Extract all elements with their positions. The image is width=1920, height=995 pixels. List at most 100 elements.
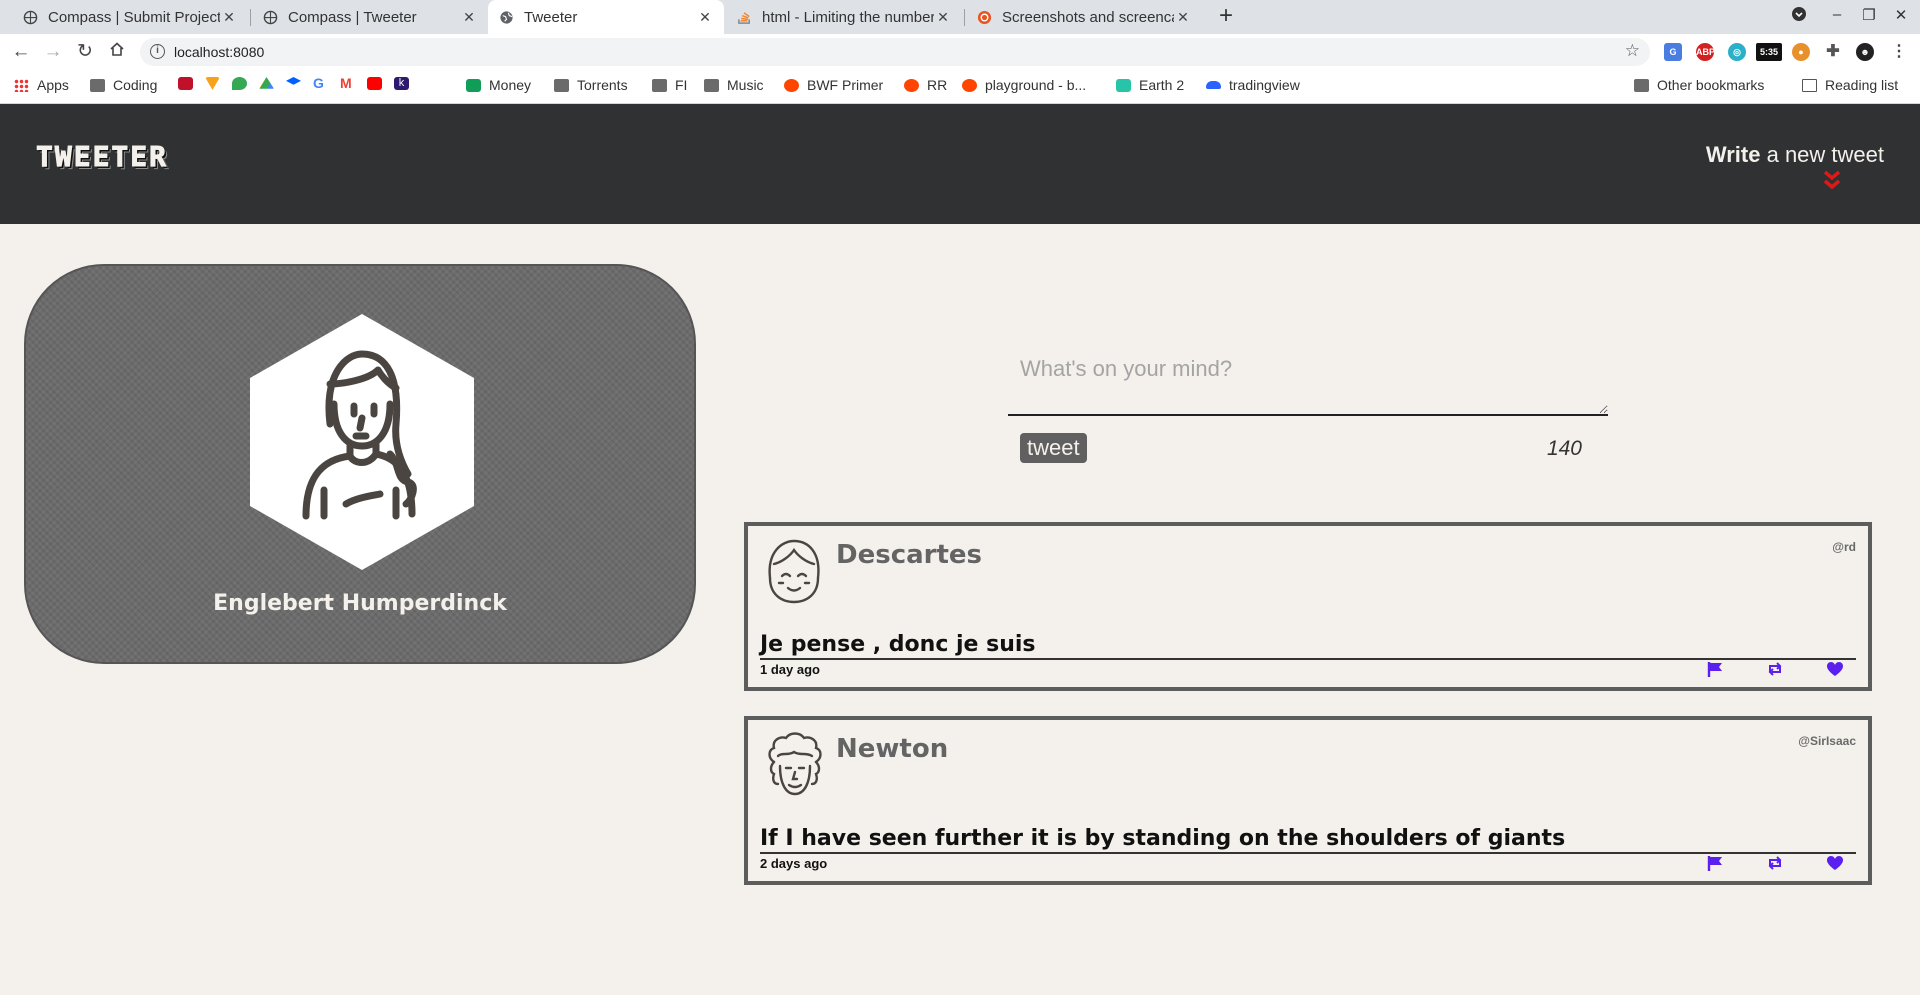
adblock-icon[interactable]: ABP — [1696, 43, 1715, 61]
tab-separator — [964, 9, 965, 26]
earth-icon — [1116, 78, 1131, 92]
tab-title: Compass | Tweeter — [288, 8, 417, 26]
browser-tab-active[interactable]: Tweeter ✕ — [488, 0, 724, 34]
flag-icon[interactable] — [1706, 661, 1724, 677]
profile-name: Englebert Humperdinck — [213, 591, 507, 616]
extension-icon[interactable]: ◎ — [1728, 43, 1746, 61]
home-icon[interactable] — [106, 41, 128, 63]
sheets-icon — [466, 78, 481, 92]
bookmark-favicon-row: G M k — [178, 76, 417, 90]
tweet-author-name: Descartes — [836, 540, 983, 570]
bookmark-tradingview[interactable]: tradingview — [1206, 77, 1300, 93]
tweet-author-handle: @SirIsaac — [1798, 734, 1856, 748]
bookmark-apps[interactable]: Apps — [14, 77, 69, 93]
tab-separator — [250, 9, 251, 26]
bookmark-bwf-primer[interactable]: BWF Primer — [784, 77, 883, 93]
tweet-author-name: Newton — [836, 734, 949, 764]
dropbox-icon[interactable] — [286, 77, 301, 85]
profile-card: Englebert Humperdinck — [24, 264, 696, 664]
browser-tab-strip: Compass | Submit Project ✕ Compass | Twe… — [0, 0, 1920, 34]
retweet-icon[interactable] — [1766, 661, 1784, 677]
flag-icon[interactable] — [1706, 855, 1724, 871]
browser-tab[interactable]: Screenshots and screencasts ✕ — [966, 0, 1202, 34]
forward-arrow-icon[interactable]: → — [42, 41, 64, 63]
bookmark-folder-torrents[interactable]: Torrents — [554, 77, 628, 93]
tab-search-chevron-icon[interactable] — [1788, 6, 1810, 26]
app-logo: TWEETER — [35, 140, 169, 174]
tweet-submit-button[interactable]: tweet — [1020, 433, 1087, 463]
double-chevron-down-icon[interactable] — [1822, 170, 1842, 192]
bookmark-star-icon[interactable]: ☆ — [1625, 41, 1640, 61]
browser-toolbar: ← → ↻ i localhost:8080 ☆ G ABP ◎ 5:35 ● … — [0, 34, 1920, 70]
bookmark-folder-music[interactable]: Music — [704, 77, 764, 93]
window-close-icon[interactable]: ✕ — [1890, 6, 1912, 24]
write-new-tweet-toggle[interactable]: Write a new tweet — [1706, 142, 1884, 168]
descartes-avatar-icon — [768, 539, 820, 604]
close-icon[interactable]: ✕ — [1174, 9, 1192, 26]
cookie-icon[interactable]: ● — [1792, 43, 1810, 61]
new-tab-plus-icon[interactable]: + — [1212, 2, 1240, 30]
site-info-icon[interactable]: i — [150, 44, 165, 59]
restore-icon[interactable]: ❐ — [1858, 6, 1880, 24]
tab-title: html - Limiting the number — [762, 8, 934, 26]
tweet-author-handle: @rd — [1832, 540, 1856, 554]
bookmark-earth-2[interactable]: Earth 2 — [1116, 77, 1184, 93]
reload-icon[interactable]: ↻ — [74, 41, 96, 63]
write-label-rest: a new tweet — [1760, 142, 1884, 167]
close-icon[interactable]: ✕ — [934, 9, 952, 26]
tweet-timestamp: 2 days ago — [760, 856, 828, 871]
back-arrow-icon[interactable]: ← — [10, 41, 32, 63]
brave-icon[interactable] — [205, 77, 220, 90]
bookmark-label: Music — [727, 77, 764, 93]
bookmark-label: FI — [675, 77, 688, 93]
stackoverflow-icon — [736, 9, 752, 25]
tweet-content: If I have seen further it is by standing… — [760, 826, 1856, 854]
extensions-puzzle-icon[interactable]: ✚ — [1824, 43, 1842, 61]
heart-icon[interactable] — [1826, 661, 1844, 677]
close-icon[interactable]: ✕ — [220, 9, 238, 26]
bookmark-rr[interactable]: RR — [904, 77, 947, 93]
reddit-icon — [962, 78, 977, 92]
globe-icon — [498, 9, 514, 25]
bookmark-label: RR — [927, 77, 948, 93]
youtube-icon[interactable] — [367, 77, 382, 90]
menu-kebab-icon[interactable]: ⋮ — [1890, 43, 1908, 61]
other-bookmarks[interactable]: Other bookmarks — [1634, 77, 1764, 93]
address-bar[interactable]: i localhost:8080 ☆ — [140, 38, 1650, 66]
bank-icon[interactable] — [178, 77, 193, 90]
tweet-textarea[interactable] — [1008, 340, 1608, 416]
maps-pin-icon[interactable] — [232, 77, 247, 90]
bookmark-playground[interactable]: playground - b... — [962, 77, 1086, 93]
bookmark-folder-coding[interactable]: Coding — [90, 77, 157, 93]
browser-tab[interactable]: html - Limiting the number ✕ — [726, 0, 962, 34]
bookmark-label: Apps — [37, 77, 69, 93]
close-icon[interactable]: ✕ — [460, 9, 478, 26]
tweet-card: Newton @SirIsaac If I have seen further … — [744, 716, 1872, 885]
timer-extension-icon[interactable]: 5:35 — [1756, 43, 1782, 61]
bookmark-folder-fi[interactable]: FI — [652, 77, 687, 93]
close-icon[interactable]: ✕ — [696, 9, 714, 26]
retweet-icon[interactable] — [1766, 855, 1784, 871]
minimize-icon[interactable]: – — [1826, 6, 1848, 23]
heart-icon[interactable] — [1826, 855, 1844, 871]
profile-avatar-icon[interactable]: ☻ — [1856, 43, 1874, 61]
reading-list[interactable]: Reading list — [1802, 77, 1898, 93]
translate-icon[interactable]: G — [1664, 43, 1682, 61]
apps-grid-icon — [14, 78, 29, 92]
google-icon[interactable]: G — [313, 76, 328, 90]
k-icon[interactable]: k — [394, 77, 409, 90]
bookmark-money[interactable]: Money — [466, 77, 531, 93]
tweet-content: Je pense , donc je suis — [760, 632, 1856, 660]
tweet-card: Descartes @rd Je pense , donc je suis 1 … — [744, 522, 1872, 691]
gmail-icon[interactable]: M — [340, 76, 355, 90]
tab-title: Compass | Submit Project — [48, 8, 220, 26]
tab-title: Screenshots and screencasts — [1002, 8, 1174, 26]
browser-tab[interactable]: Compass | Tweeter ✕ — [252, 0, 488, 34]
url-text: localhost:8080 — [174, 44, 265, 60]
reddit-icon — [904, 78, 919, 92]
browser-tab[interactable]: Compass | Submit Project ✕ — [12, 0, 248, 34]
globe-icon — [262, 9, 278, 25]
timer-label: 5:35 — [1759, 47, 1778, 57]
ubuntu-icon — [976, 9, 992, 25]
drive-icon[interactable] — [259, 77, 274, 89]
